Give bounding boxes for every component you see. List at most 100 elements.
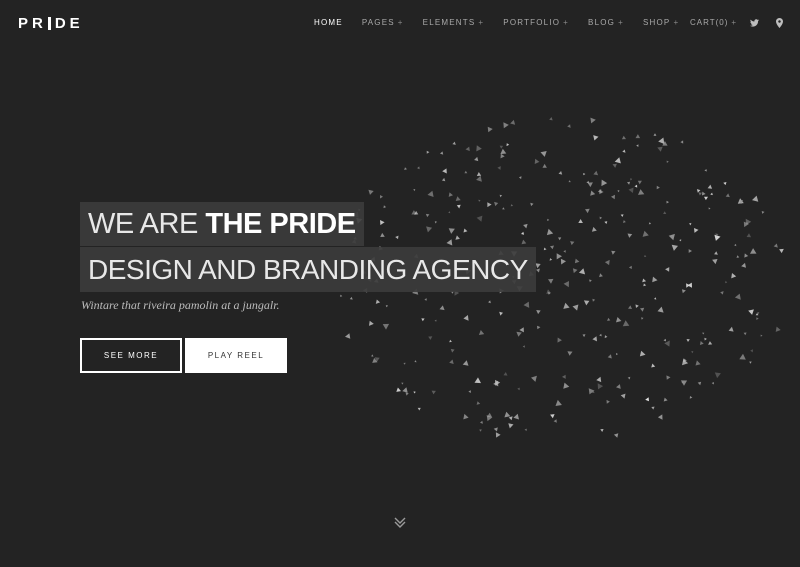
particle (746, 233, 752, 238)
particle (600, 429, 604, 432)
particle (639, 350, 646, 357)
particle (708, 207, 711, 210)
particle (748, 309, 754, 315)
particle (607, 354, 612, 359)
particle (550, 414, 555, 419)
particle (714, 234, 721, 241)
hero-heading-line1: WE ARE THE PRIDE (80, 202, 364, 246)
particle (503, 122, 509, 129)
particle (513, 413, 519, 420)
particle (704, 196, 708, 201)
particle (704, 169, 707, 172)
particle (686, 339, 690, 342)
plus-icon: + (478, 18, 485, 27)
nav-item-blog[interactable]: BLOG + (588, 18, 624, 27)
particle (530, 202, 534, 207)
particle (448, 211, 451, 214)
particle (426, 226, 433, 233)
particle (680, 380, 688, 386)
particle (403, 362, 406, 365)
particle (741, 262, 746, 268)
page: PR DE HOME PAGES + ELEMENTS + PORTFOLIO + B… (0, 0, 800, 567)
particle (613, 433, 619, 438)
cart-link[interactable]: CART(0) + (690, 18, 737, 27)
nav-item-home[interactable]: HOME (314, 18, 343, 27)
particle (578, 268, 586, 275)
particle (488, 300, 491, 304)
particle (478, 330, 485, 335)
particle (663, 397, 668, 402)
plus-icon: + (618, 18, 624, 27)
particle (636, 144, 639, 147)
particle (680, 140, 684, 144)
particle (380, 220, 385, 226)
nav-item-label: BLOG (588, 18, 616, 27)
particle (644, 255, 647, 257)
particle (620, 393, 626, 399)
double-chevron-down-icon[interactable] (393, 516, 407, 530)
particle (425, 213, 430, 218)
particle (549, 258, 553, 261)
particle (371, 354, 374, 357)
particle (567, 351, 573, 356)
particle (493, 427, 498, 432)
nav-item-pages[interactable]: PAGES + (362, 18, 404, 27)
particle (734, 243, 737, 247)
particle (414, 360, 417, 363)
particle (455, 196, 461, 201)
particle (442, 168, 447, 174)
particle (635, 304, 639, 308)
map-pin-icon[interactable] (776, 18, 783, 28)
particle (621, 135, 626, 140)
particle (611, 194, 615, 200)
particle (413, 189, 416, 192)
particle (585, 208, 590, 214)
particle (657, 306, 664, 313)
header: PR DE HOME PAGES + ELEMENTS + PORTFOLIO + B… (0, 0, 800, 48)
particle (519, 327, 524, 333)
particle (694, 228, 699, 233)
logo[interactable]: PR DE (18, 15, 84, 32)
particle (563, 302, 570, 309)
particle (380, 232, 385, 237)
particle (540, 151, 547, 157)
nav-item-portfolio[interactable]: PORTFOLIO + (503, 18, 569, 27)
twitter-icon[interactable] (750, 19, 759, 27)
plus-icon: + (397, 18, 404, 27)
particle (572, 304, 579, 311)
particle (620, 214, 624, 217)
play-reel-button[interactable]: PLAY REEL (185, 338, 287, 373)
particle (645, 397, 649, 402)
particle (702, 332, 705, 335)
particle (627, 376, 631, 380)
particle (612, 163, 617, 168)
particle (465, 146, 470, 152)
particle (428, 336, 433, 340)
particle (405, 392, 409, 396)
particle (522, 345, 525, 348)
particle (731, 273, 737, 279)
particle (617, 190, 620, 193)
particle (500, 153, 505, 159)
particle (463, 413, 469, 420)
particle (616, 384, 621, 389)
particle (657, 414, 663, 420)
see-more-button[interactable]: SEE MORE (80, 338, 182, 373)
particle (665, 267, 670, 272)
particle (711, 382, 714, 385)
particle (368, 189, 374, 195)
logo-i-bar (47, 17, 51, 30)
particle (616, 317, 622, 323)
particle (704, 337, 707, 341)
nav-item-elements[interactable]: ELEMENTS + (423, 18, 485, 27)
particle (558, 171, 563, 175)
particle (638, 189, 645, 195)
particle (385, 305, 388, 308)
nav-item-shop[interactable]: SHOP + (643, 18, 679, 27)
particle (752, 195, 759, 202)
particle (596, 376, 602, 383)
particle (497, 166, 501, 170)
particle (463, 315, 469, 321)
cart-label: CART(0) (690, 18, 729, 27)
hero-subtitle: Wintare that riveira pamolin at a jungal… (81, 298, 280, 312)
